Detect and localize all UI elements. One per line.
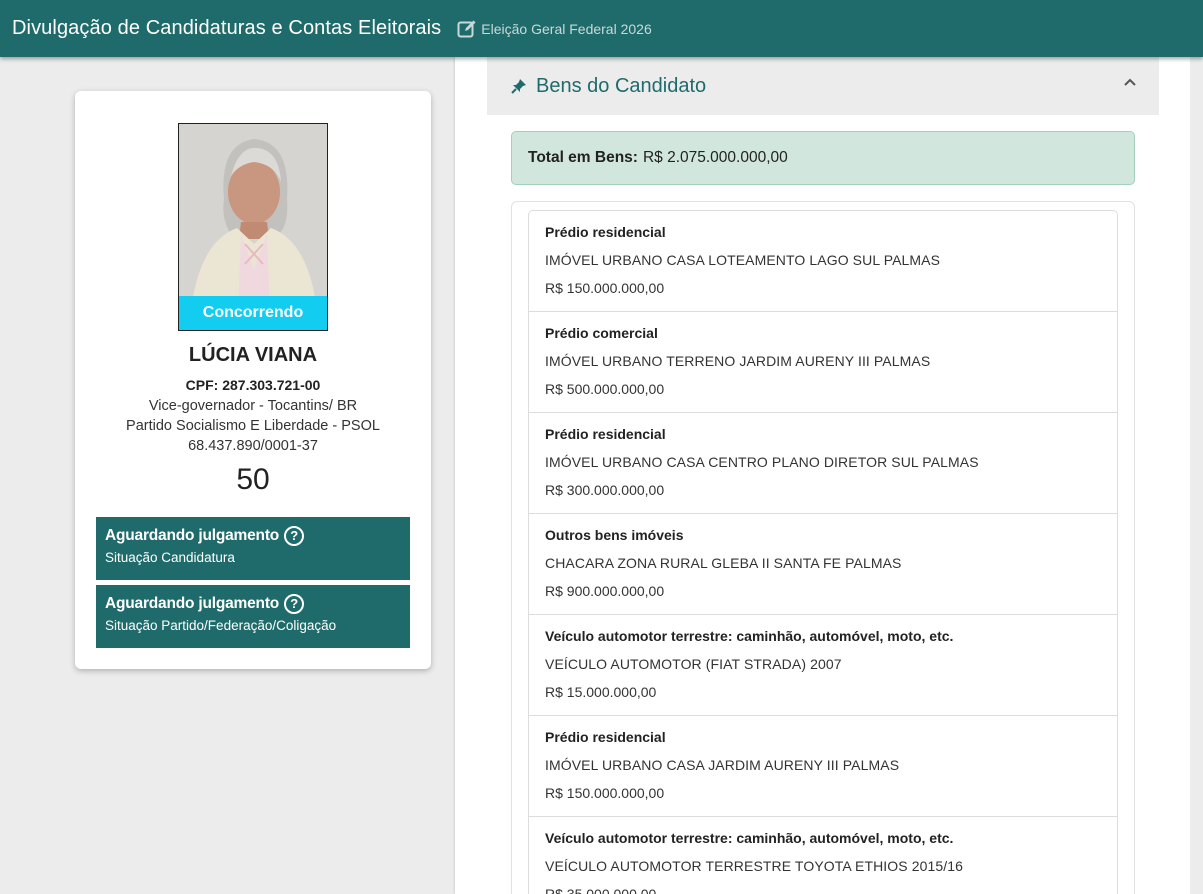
list-item: Prédio residencial IMÓVEL URBANO CASA CE… <box>529 413 1117 514</box>
asset-description: CHACARA ZONA RURAL GLEBA II SANTA FE PAL… <box>545 555 902 571</box>
candidate-photo: Concorrendo <box>178 123 328 331</box>
asset-value: R$ 900.000.000,00 <box>545 583 665 599</box>
asset-description: IMÓVEL URBANO CASA CENTRO PLANO DIRETOR … <box>545 454 979 470</box>
asset-type: Outros bens imóveis <box>545 527 684 543</box>
pin-icon <box>511 78 527 94</box>
asset-description: IMÓVEL URBANO CASA LOTEAMENTO LAGO SUL P… <box>545 252 941 268</box>
asset-value: R$ 500.000.000,00 <box>545 381 665 397</box>
situation-subtitle: Situação Candidatura <box>105 550 235 565</box>
asset-value: R$ 150.000.000,00 <box>545 280 665 296</box>
help-circle-icon[interactable]: ? <box>284 526 305 546</box>
candidate-position: Vice-governador - Tocantins/ BR <box>148 398 358 414</box>
asset-type: Prédio residencial <box>545 224 666 240</box>
asset-value: R$ 15.000.000,00 <box>545 684 657 700</box>
situation-title: Aguardando julgamento <box>105 595 280 612</box>
asset-description: VEÍCULO AUTOMOTOR (FIAT STRADA) 2007 <box>545 656 842 672</box>
asset-type: Veículo automotor terrestre: caminhão, a… <box>545 830 954 846</box>
asset-value: R$ 150.000.000,00 <box>545 785 665 801</box>
app-title[interactable]: Divulgação de Candidaturas e Contas Elei… <box>12 17 441 40</box>
list-item: Outros bens imóveis CHACARA ZONA RURAL G… <box>529 514 1117 615</box>
chevron-up-icon[interactable] <box>1123 75 1137 89</box>
total-label: Total em Bens: <box>528 149 638 166</box>
situation-candidature: Aguardando julgamento ? Situação Candida… <box>96 517 410 580</box>
scrollbar[interactable] <box>1190 57 1203 894</box>
candidate-card: Concorrendo LÚCIA VIANA CPF: 287.303.721… <box>75 91 431 669</box>
assets-section-header[interactable]: Bens do Candidato <box>487 57 1159 115</box>
list-item: Veículo automotor terrestre: caminhão, a… <box>529 615 1117 716</box>
asset-value: R$ 35.000.000,00 <box>545 886 657 894</box>
list-item: Veículo automotor terrestre: caminhão, a… <box>529 817 1117 894</box>
asset-description: VEÍCULO AUTOMOTOR TERRESTRE TOYOTA ETHIO… <box>545 858 964 874</box>
election-label[interactable]: Eleição Geral Federal 2026 <box>481 21 651 37</box>
edit-icon[interactable] <box>457 19 477 39</box>
situation-subtitle: Situação Partido/Federação/Coligação <box>105 618 337 633</box>
candidate-cpf: CPF: 287.303.721-00 <box>185 377 321 393</box>
list-item: Prédio comercial IMÓVEL URBANO TERRENO J… <box>529 312 1117 413</box>
status-badge: Concorrendo <box>179 296 327 330</box>
situation-party: Aguardando julgamento ? Situação Partido… <box>96 585 410 648</box>
assets-container: Prédio residencial IMÓVEL URBANO CASA LO… <box>511 201 1135 894</box>
asset-description: IMÓVEL URBANO CASA JARDIM AURENY III PAL… <box>545 757 900 773</box>
section-title: Bens do Candidato <box>536 74 707 97</box>
asset-type: Prédio comercial <box>545 325 658 341</box>
asset-description: IMÓVEL URBANO TERRENO JARDIM AURENY III … <box>545 353 931 369</box>
candidate-name: LÚCIA VIANA <box>188 344 318 366</box>
asset-value: R$ 300.000.000,00 <box>545 482 665 498</box>
assets-list: Prédio residencial IMÓVEL URBANO CASA LO… <box>528 210 1118 894</box>
situation-title: Aguardando julgamento <box>105 527 280 544</box>
list-item: Prédio residencial IMÓVEL URBANO CASA LO… <box>529 211 1117 312</box>
total-value: R$ 2.075.000.000,00 <box>642 149 788 166</box>
party-cnpj: 68.437.890/0001-37 <box>188 438 318 454</box>
top-bar: Divulgação de Candidaturas e Contas Elei… <box>0 0 1203 57</box>
candidate-number: 50 <box>236 463 270 496</box>
asset-type: Prédio residencial <box>545 729 666 745</box>
assets-panel: Bens do Candidato Total em Bens: R$ 2.07… <box>455 57 1190 894</box>
candidate-party: Partido Socialismo E Liberdade - PSOL <box>126 418 380 434</box>
help-circle-icon[interactable]: ? <box>284 594 305 614</box>
list-item: Prédio residencial IMÓVEL URBANO CASA JA… <box>529 716 1117 817</box>
asset-type: Prédio residencial <box>545 426 666 442</box>
total-assets-box: Total em Bens: R$ 2.075.000.000,00 <box>511 131 1135 185</box>
asset-type: Veículo automotor terrestre: caminhão, a… <box>545 628 954 644</box>
